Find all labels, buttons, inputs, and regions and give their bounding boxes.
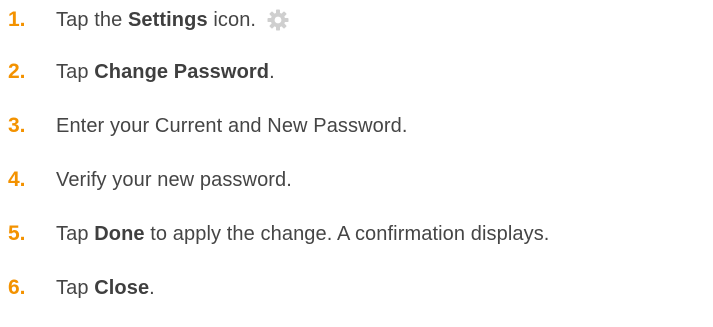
step-text: Enter your Current and New Password.: [56, 115, 408, 138]
step-text-part: to apply the change. A confirmation disp…: [144, 222, 550, 245]
step-number: 5.: [8, 222, 26, 245]
step-text-part: Tap: [56, 276, 95, 299]
step-text-part: Enter your Current and New Password.: [56, 114, 408, 137]
step-text: Tap Close.: [56, 277, 155, 300]
step-number: 2.: [8, 60, 26, 83]
step-text-part: icon.: [207, 8, 257, 31]
settings-label: Settings: [127, 8, 208, 31]
close-label: Close: [94, 276, 150, 299]
step-4: 4. Verify your new password.: [0, 160, 292, 200]
gear-icon: [267, 9, 289, 31]
step-text: Tap the Settings icon.: [56, 9, 256, 32]
step-text-part: Tap: [56, 222, 95, 245]
step-text-part: Tap: [56, 60, 95, 83]
step-text: Verify your new password.: [56, 169, 292, 192]
step-1: 1. Tap the Settings icon.: [0, 0, 290, 40]
step-text-part: .: [269, 60, 275, 83]
step-number: 3.: [8, 114, 26, 137]
step-2: 2. Tap Change Password.: [0, 52, 275, 92]
step-number: 4.: [8, 168, 26, 191]
step-number: 6.: [8, 276, 26, 299]
step-text-part: Verify your new password.: [56, 168, 292, 191]
change-password-label: Change Password: [94, 60, 270, 83]
step-number: 1.: [8, 8, 26, 31]
step-text-part: .: [149, 276, 155, 299]
step-text-part: Tap the: [56, 8, 128, 31]
done-label: Done: [94, 222, 145, 245]
step-3: 3. Enter your Current and New Password.: [0, 106, 408, 146]
step-6: 6. Tap Close.: [0, 268, 155, 308]
step-5: 5. Tap Done to apply the change. A confi…: [0, 214, 549, 254]
step-text: Tap Change Password.: [56, 61, 275, 84]
step-text: Tap Done to apply the change. A confirma…: [56, 223, 549, 246]
